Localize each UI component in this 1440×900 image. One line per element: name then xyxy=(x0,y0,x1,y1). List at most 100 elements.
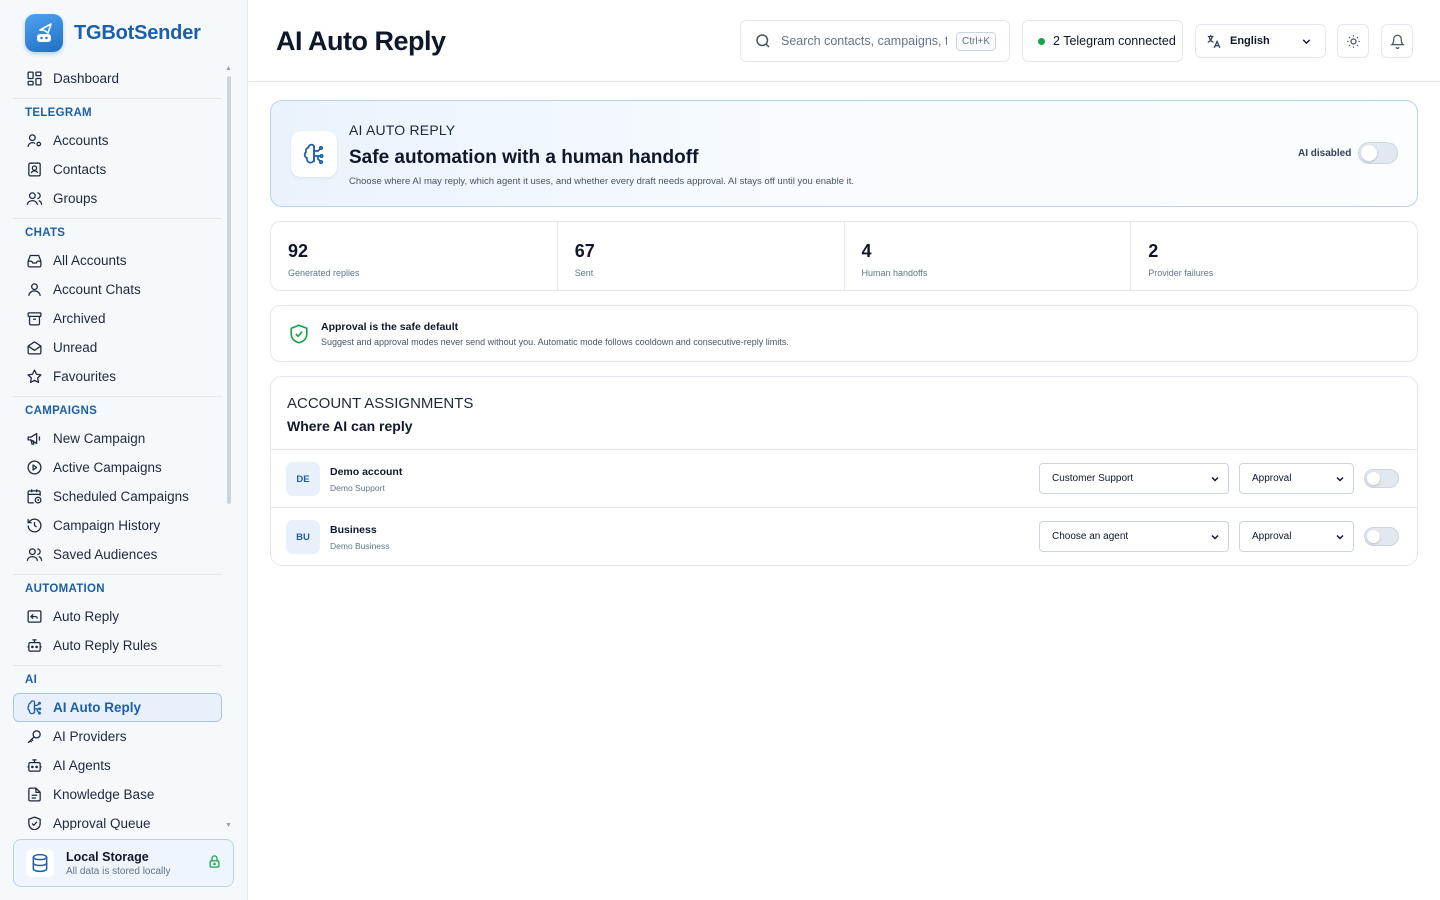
database-icon xyxy=(26,849,54,877)
telegram-connection-status[interactable]: 2 Telegram connected xyxy=(1022,20,1183,62)
sidebar-section-telegram: TELEGRAM xyxy=(13,98,222,126)
search-shortcut-badge: Ctrl+K xyxy=(956,31,997,51)
sidebar-item-label: All Accounts xyxy=(53,253,127,268)
stat-sent: 67 Sent xyxy=(556,222,844,290)
mode-select[interactable]: Approval xyxy=(1239,463,1354,494)
storage-subtitle: All data is stored locally xyxy=(66,865,171,877)
contact-card-icon xyxy=(28,162,41,177)
avatar: DE xyxy=(286,462,320,496)
sidebar-item-account-chats[interactable]: Account Chats xyxy=(13,275,222,304)
sidebar-item-auto-reply[interactable]: Auto Reply xyxy=(13,602,222,631)
sidebar-item-label: Archived xyxy=(53,311,106,326)
reply-box-icon xyxy=(27,610,42,623)
brain-circuit-icon xyxy=(291,131,337,177)
chevron-down-icon xyxy=(1336,476,1344,482)
sidebar-item-contacts[interactable]: Contacts xyxy=(13,155,222,184)
mode-select[interactable]: Approval xyxy=(1239,521,1354,552)
sidebar-item-scheduled-campaigns[interactable]: Scheduled Campaigns xyxy=(13,482,222,511)
local-storage-card[interactable]: Local Storage All data is stored locally xyxy=(13,839,234,887)
sidebar-item-label: Approval Queue xyxy=(53,816,151,830)
ai-enable-toggle[interactable] xyxy=(1358,142,1398,164)
search-input[interactable]: Search contacts, campaigns, t... xyxy=(781,34,947,48)
avatar: BU xyxy=(286,520,320,554)
scroll-up-arrow-icon[interactable]: ▲ xyxy=(225,65,232,72)
sidebar-item-label: AI Providers xyxy=(53,729,127,744)
account-name: Business xyxy=(330,524,377,536)
stat-provider-failures: 2 Provider failures xyxy=(1130,222,1417,290)
sidebar-item-label: Campaign History xyxy=(53,518,161,533)
scroll-down-arrow-icon[interactable]: ▼ xyxy=(225,822,232,829)
sidebar-item-active-campaigns[interactable]: Active Campaigns xyxy=(13,453,222,482)
sun-icon xyxy=(1346,34,1360,48)
mail-open-icon xyxy=(27,341,42,355)
sidebar-item-label: Saved Audiences xyxy=(53,547,158,562)
agent-select-value: Customer Support xyxy=(1052,473,1134,484)
sidebar-item-accounts[interactable]: Accounts xyxy=(13,126,222,155)
assignment-enable-toggle[interactable] xyxy=(1364,469,1399,488)
sidebar-item-label: Groups xyxy=(53,191,98,206)
connected-dot-icon xyxy=(1038,37,1045,45)
sidebar-item-label: Scheduled Campaigns xyxy=(53,489,189,504)
assignment-row: BU Business Demo Business Choose an agen… xyxy=(271,507,1417,565)
assignment-enable-toggle[interactable] xyxy=(1364,527,1399,546)
brain-circuit-icon xyxy=(27,700,42,715)
stat-label: Generated replies xyxy=(288,268,360,278)
agent-select-value: Choose an agent xyxy=(1052,531,1129,542)
global-search[interactable]: Search contacts, campaigns, t... Ctrl+K xyxy=(740,20,1010,62)
stat-human-handoffs: 4 Human handoffs xyxy=(843,222,1131,290)
sidebar-section-automation: AUTOMATION xyxy=(13,574,222,602)
notice-description: Suggest and approval modes never send wi… xyxy=(321,337,789,347)
ai-status-label: AI disabled xyxy=(1298,148,1352,159)
sidebar-item-unread[interactable]: Unread xyxy=(13,333,222,362)
sidebar-item-dashboard[interactable]: Dashboard xyxy=(13,64,222,93)
app-name: TGBotSender xyxy=(74,21,201,44)
sidebar-item-all-accounts[interactable]: All Accounts xyxy=(13,246,222,275)
sidebar-item-ai-providers[interactable]: AI Providers xyxy=(13,722,222,751)
shield-check-icon xyxy=(290,324,308,344)
calendar-clock-icon xyxy=(27,489,42,504)
hero-description: Choose where AI may reply, which agent i… xyxy=(349,176,855,187)
sidebar-scrollbar[interactable] xyxy=(227,76,231,504)
user-icon xyxy=(28,283,41,296)
sidebar-item-approval-queue[interactable]: Approval Queue xyxy=(13,809,222,830)
translate-icon xyxy=(1207,34,1221,48)
mode-select-value: Approval xyxy=(1252,531,1292,542)
sidebar-item-ai-auto-reply[interactable]: AI Auto Reply xyxy=(13,693,222,722)
sidebar-item-label: Favourites xyxy=(53,369,117,384)
stat-label: Sent xyxy=(574,268,594,278)
account-subtitle: Demo Business xyxy=(330,541,390,551)
play-circle-icon xyxy=(27,460,42,475)
sidebar-item-favourites[interactable]: Favourites xyxy=(13,362,222,391)
theme-toggle-button[interactable] xyxy=(1337,24,1369,58)
notifications-button[interactable] xyxy=(1381,24,1413,58)
agent-select[interactable]: Choose an agent xyxy=(1039,521,1229,552)
sidebar-item-ai-agents[interactable]: AI Agents xyxy=(13,751,222,780)
brand[interactable]: TGBotSender xyxy=(25,14,201,52)
sidebar-item-label: Account Chats xyxy=(53,282,141,297)
sidebar-item-knowledge-base[interactable]: Knowledge Base xyxy=(13,780,222,809)
sidebar-item-auto-reply-rules[interactable]: Auto Reply Rules xyxy=(13,631,222,660)
history-icon xyxy=(27,518,42,533)
sidebar-item-label: AI Agents xyxy=(53,758,111,773)
stat-generated-replies: 92 Generated replies xyxy=(271,222,557,290)
assignments-title: Where AI can reply xyxy=(287,418,413,434)
stat-value: 4 xyxy=(861,241,872,261)
sidebar-item-groups[interactable]: Groups xyxy=(13,184,222,213)
star-icon xyxy=(27,369,42,384)
archive-icon xyxy=(27,312,42,326)
account-subtitle: Demo Support xyxy=(330,483,385,493)
language-select[interactable]: English xyxy=(1195,24,1326,58)
agent-select[interactable]: Customer Support xyxy=(1039,463,1229,494)
sidebar-item-new-campaign[interactable]: New Campaign xyxy=(13,424,222,453)
shield-check-icon xyxy=(28,816,41,830)
stat-label: Provider failures xyxy=(1148,268,1214,278)
storage-title: Local Storage xyxy=(66,849,149,864)
sidebar-item-campaign-history[interactable]: Campaign History xyxy=(13,511,222,540)
sidebar-item-label: New Campaign xyxy=(53,431,146,446)
sidebar-item-saved-audiences[interactable]: Saved Audiences xyxy=(13,540,222,569)
sidebar-item-archived[interactable]: Archived xyxy=(13,304,222,333)
assignment-row: DE Demo account Demo Support Customer Su… xyxy=(271,449,1417,507)
chevron-down-icon xyxy=(1302,39,1311,45)
sidebar-section-campaigns: CAMPAIGNS xyxy=(13,396,222,424)
mode-select-value: Approval xyxy=(1252,473,1292,484)
